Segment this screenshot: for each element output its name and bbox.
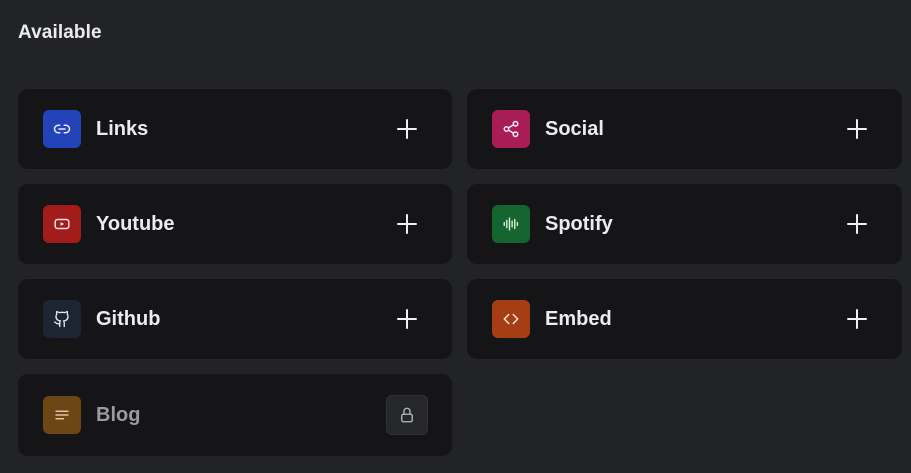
add-social-button[interactable] — [836, 108, 878, 150]
available-panel: Available Links Social Youtube Spotify G… — [0, 0, 911, 473]
plus-icon — [397, 119, 417, 139]
plus-icon — [397, 309, 417, 329]
card-spotify[interactable]: Spotify — [467, 184, 902, 264]
card-social[interactable]: Social — [467, 89, 902, 169]
card-label-links: Links — [96, 117, 149, 140]
card-links[interactable]: Links — [18, 89, 452, 169]
text-lines-icon — [55, 410, 69, 420]
card-label-youtube: Youtube — [96, 212, 175, 235]
card-blog: Blog — [18, 374, 452, 456]
add-spotify-button[interactable] — [836, 203, 878, 245]
card-label-github: Github — [96, 307, 161, 330]
add-embed-button[interactable] — [836, 298, 878, 340]
code-icon — [503, 313, 519, 325]
github-icon — [53, 310, 69, 328]
plus-icon — [847, 214, 867, 234]
card-github[interactable]: Github — [18, 279, 452, 359]
locked-indicator[interactable] — [386, 395, 428, 435]
add-github-button[interactable] — [386, 298, 428, 340]
lock-icon — [401, 407, 413, 423]
add-youtube-button[interactable] — [386, 203, 428, 245]
github-tile — [43, 300, 81, 338]
card-label-embed: Embed — [545, 307, 612, 330]
social-tile — [492, 110, 530, 148]
link-icon — [53, 124, 71, 134]
blog-tile — [43, 396, 81, 434]
plus-icon — [397, 214, 417, 234]
links-tile — [43, 110, 81, 148]
card-label-social: Social — [545, 117, 604, 140]
youtube-tile — [43, 205, 81, 243]
card-label-blog: Blog — [96, 403, 141, 426]
add-links-button[interactable] — [386, 108, 428, 150]
card-label-spotify: Spotify — [545, 212, 613, 235]
share-icon — [503, 120, 519, 138]
section-title: Available — [18, 22, 102, 43]
spotify-tile — [492, 205, 530, 243]
audio-wave-icon — [503, 217, 519, 231]
block-grid: Links Social Youtube Spotify Github Embe… — [18, 89, 902, 456]
embed-tile — [492, 300, 530, 338]
card-youtube[interactable]: Youtube — [18, 184, 452, 264]
plus-icon — [847, 309, 867, 329]
youtube-icon — [54, 218, 70, 230]
card-embed[interactable]: Embed — [467, 279, 902, 359]
plus-icon — [847, 119, 867, 139]
